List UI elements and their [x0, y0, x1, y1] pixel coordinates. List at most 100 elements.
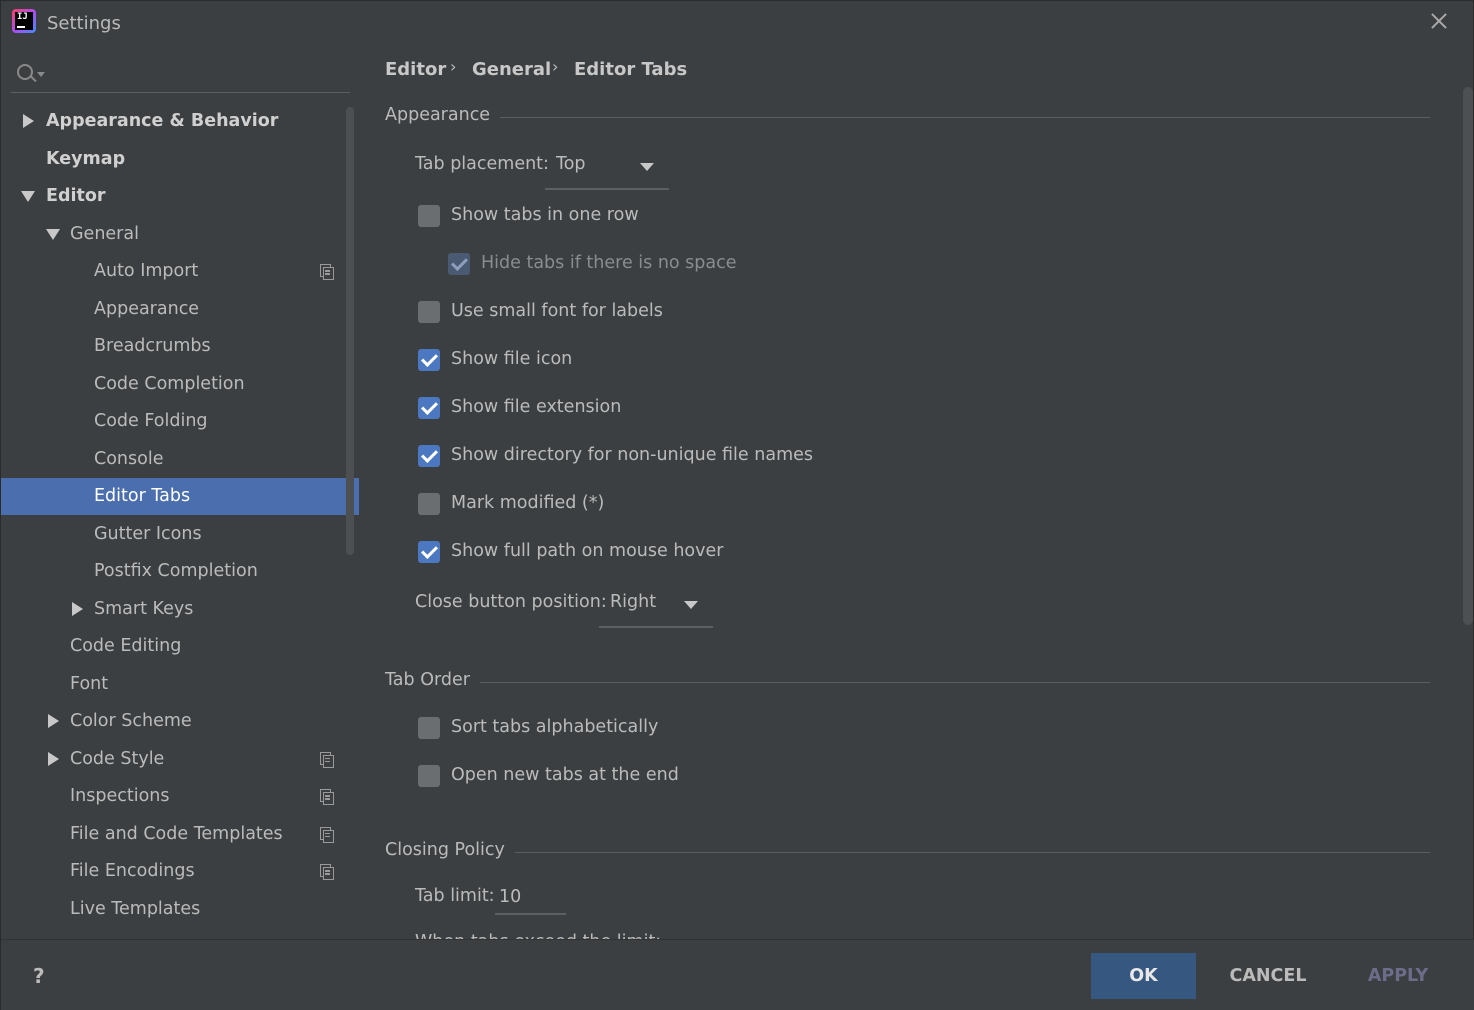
checkbox-unchecked-icon[interactable]: [418, 301, 440, 323]
checkbox-checked-icon[interactable]: [418, 397, 440, 419]
checkbox-show-file-extension[interactable]: Show file extension: [418, 395, 838, 425]
sidebar-item-editor[interactable]: Editor: [1, 178, 359, 215]
sidebar-item-code-editing[interactable]: Code Editing: [1, 628, 359, 665]
checkbox-unchecked-icon[interactable]: [418, 493, 440, 515]
expand-arrow-icon[interactable]: [48, 714, 59, 728]
sidebar-item-console[interactable]: Console: [1, 441, 359, 478]
breadcrumb-item-editor[interactable]: Editor: [385, 59, 446, 80]
sidebar-item-gutter-icons[interactable]: Gutter Icons: [1, 516, 359, 553]
close-button-position-dropdown[interactable]: Right: [599, 582, 713, 628]
search-input[interactable]: [51, 61, 341, 87]
tab-limit-input[interactable]: [499, 885, 559, 909]
breadcrumb-item-general[interactable]: General: [472, 59, 551, 80]
sidebar-item-label: Appearance & Behavior: [46, 111, 279, 131]
help-button[interactable]: ?: [33, 964, 45, 988]
close-button-position-label: Close button position:: [415, 592, 607, 612]
apply-button[interactable]: APPLY: [1347, 953, 1449, 999]
checkbox-sort-tabs-alphabetically[interactable]: Sort tabs alphabetically: [418, 715, 838, 745]
copy-icon: [320, 264, 334, 280]
settings-window: IJ Settings Appearance & Behavior Keymap E…: [0, 0, 1474, 1010]
sidebar-item-label: Font: [70, 673, 109, 694]
sidebar-item-color-scheme[interactable]: Color Scheme: [1, 703, 359, 740]
copy-icon: [320, 864, 334, 880]
section-title: Tab Order: [385, 670, 480, 690]
copy-icon: [320, 789, 334, 805]
section-closing-policy: Closing Policy: [385, 840, 1430, 864]
collapse-arrow-icon[interactable]: [21, 191, 35, 202]
settings-search[interactable]: [11, 55, 350, 93]
sidebar-item-label: Inspections: [70, 786, 170, 806]
sidebar-scrollbar[interactable]: [346, 107, 354, 555]
search-options-caret-icon[interactable]: [37, 72, 45, 77]
sidebar-item-code-folding[interactable]: Code Folding: [1, 403, 359, 440]
checkbox-hide-tabs-if-there-is-no-space: Hide tabs if there is no space: [448, 251, 868, 281]
checkbox-unchecked-icon[interactable]: [418, 205, 440, 227]
checkbox-checked-icon: [448, 253, 470, 275]
cancel-button[interactable]: CANCEL: [1217, 953, 1319, 999]
checkbox-show-directory-for-non-unique-file-names[interactable]: Show directory for non-unique file names: [418, 443, 838, 473]
content-scrollbar[interactable]: [1463, 87, 1473, 625]
close-icon[interactable]: [1427, 9, 1451, 33]
sidebar-item-label: Editor Tabs: [94, 486, 191, 506]
expand-arrow-icon[interactable]: [48, 751, 59, 766]
sidebar-item-keymap[interactable]: Keymap: [1, 141, 359, 178]
sidebar-item-label: File and Code Templates: [70, 823, 283, 844]
sidebar-item-label: Code Completion: [94, 373, 245, 394]
sidebar-item-editor-tabs[interactable]: Editor Tabs: [1, 478, 359, 515]
sidebar-item-appearance-behavior[interactable]: Appearance & Behavior: [1, 103, 359, 140]
collapse-arrow-icon[interactable]: [46, 228, 60, 240]
expand-arrow-icon[interactable]: [23, 114, 34, 128]
checkbox-label: Show tabs in one row: [451, 205, 639, 225]
chevron-down-icon: [640, 163, 654, 171]
intellij-logo-icon: IJ: [12, 9, 36, 33]
checkbox-unchecked-icon[interactable]: [418, 765, 440, 787]
sidebar-item-code-completion[interactable]: Code Completion: [1, 366, 359, 403]
sidebar-item-label: Breadcrumbs: [94, 336, 211, 356]
checkbox-label: Mark modified (*): [451, 493, 605, 513]
checkbox-unchecked-icon[interactable]: [418, 717, 440, 739]
checkbox-show-full-path-on-mouse-hover[interactable]: Show full path on mouse hover: [418, 539, 838, 569]
sidebar-item-label: Smart Keys: [94, 598, 194, 619]
ok-button[interactable]: OK: [1091, 953, 1196, 999]
checkbox-use-small-font-for-labels[interactable]: Use small font for labels: [418, 299, 838, 329]
sidebar-item-breadcrumbs[interactable]: Breadcrumbs: [1, 328, 359, 365]
sidebar-item-label: Auto Import: [94, 261, 199, 281]
checkbox-checked-icon[interactable]: [418, 541, 440, 563]
checkbox-label: Show file icon: [451, 349, 573, 369]
checkbox-open-new-tabs-at-the-end[interactable]: Open new tabs at the end: [418, 763, 838, 793]
sidebar-item-live-templates[interactable]: Live Templates: [1, 891, 359, 928]
sidebar-item-font[interactable]: Font: [1, 666, 359, 703]
sidebar-item-general[interactable]: General: [1, 216, 359, 253]
tab-limit-field[interactable]: [495, 881, 566, 915]
checkbox-checked-icon[interactable]: [418, 445, 440, 467]
section-appearance: Appearance: [385, 105, 1430, 129]
sidebar-item-label: Color Scheme: [70, 711, 192, 731]
tab-placement-label: Tab placement:: [415, 154, 549, 174]
checkbox-label: Open new tabs at the end: [451, 765, 679, 785]
sidebar-item-auto-import[interactable]: Auto Import: [1, 253, 359, 290]
sidebar-item-inspections[interactable]: Inspections: [1, 778, 359, 815]
section-divider: [385, 682, 1430, 683]
sidebar-item-label: Editor: [46, 186, 106, 206]
sidebar-item-code-style[interactable]: Code Style: [1, 741, 359, 778]
sidebar-item-label: Appearance: [94, 298, 200, 319]
sidebar-item-smart-keys[interactable]: Smart Keys: [1, 591, 359, 628]
sidebar-item-label: Code Style: [70, 748, 165, 769]
checkbox-mark-modified[interactable]: Mark modified (*): [418, 491, 838, 521]
sidebar-item-file-encodings[interactable]: File Encodings: [1, 853, 359, 890]
sidebar-item-postfix-completion[interactable]: Postfix Completion: [1, 553, 359, 590]
checkbox-show-file-icon[interactable]: Show file icon: [418, 347, 838, 377]
checkbox-label: Sort tabs alphabetically: [451, 717, 659, 737]
checkbox-checked-icon[interactable]: [418, 349, 440, 371]
sidebar-item-label: Live Templates: [70, 898, 201, 919]
copy-icon: [320, 826, 334, 843]
close-button-position-value: Right: [610, 592, 657, 612]
tab-placement-dropdown[interactable]: Top: [545, 144, 669, 190]
checkbox-show-tabs-in-one-row[interactable]: Show tabs in one row: [418, 203, 838, 233]
sidebar-item-appearance[interactable]: Appearance: [1, 291, 359, 328]
sidebar-item-label: Gutter Icons: [94, 523, 202, 544]
expand-arrow-icon[interactable]: [72, 601, 83, 616]
sidebar-item-file-and-code-templates[interactable]: File and Code Templates: [1, 816, 359, 853]
sidebar-item-label: Postfix Completion: [94, 561, 258, 581]
checkbox-label: Show file extension: [451, 397, 622, 417]
